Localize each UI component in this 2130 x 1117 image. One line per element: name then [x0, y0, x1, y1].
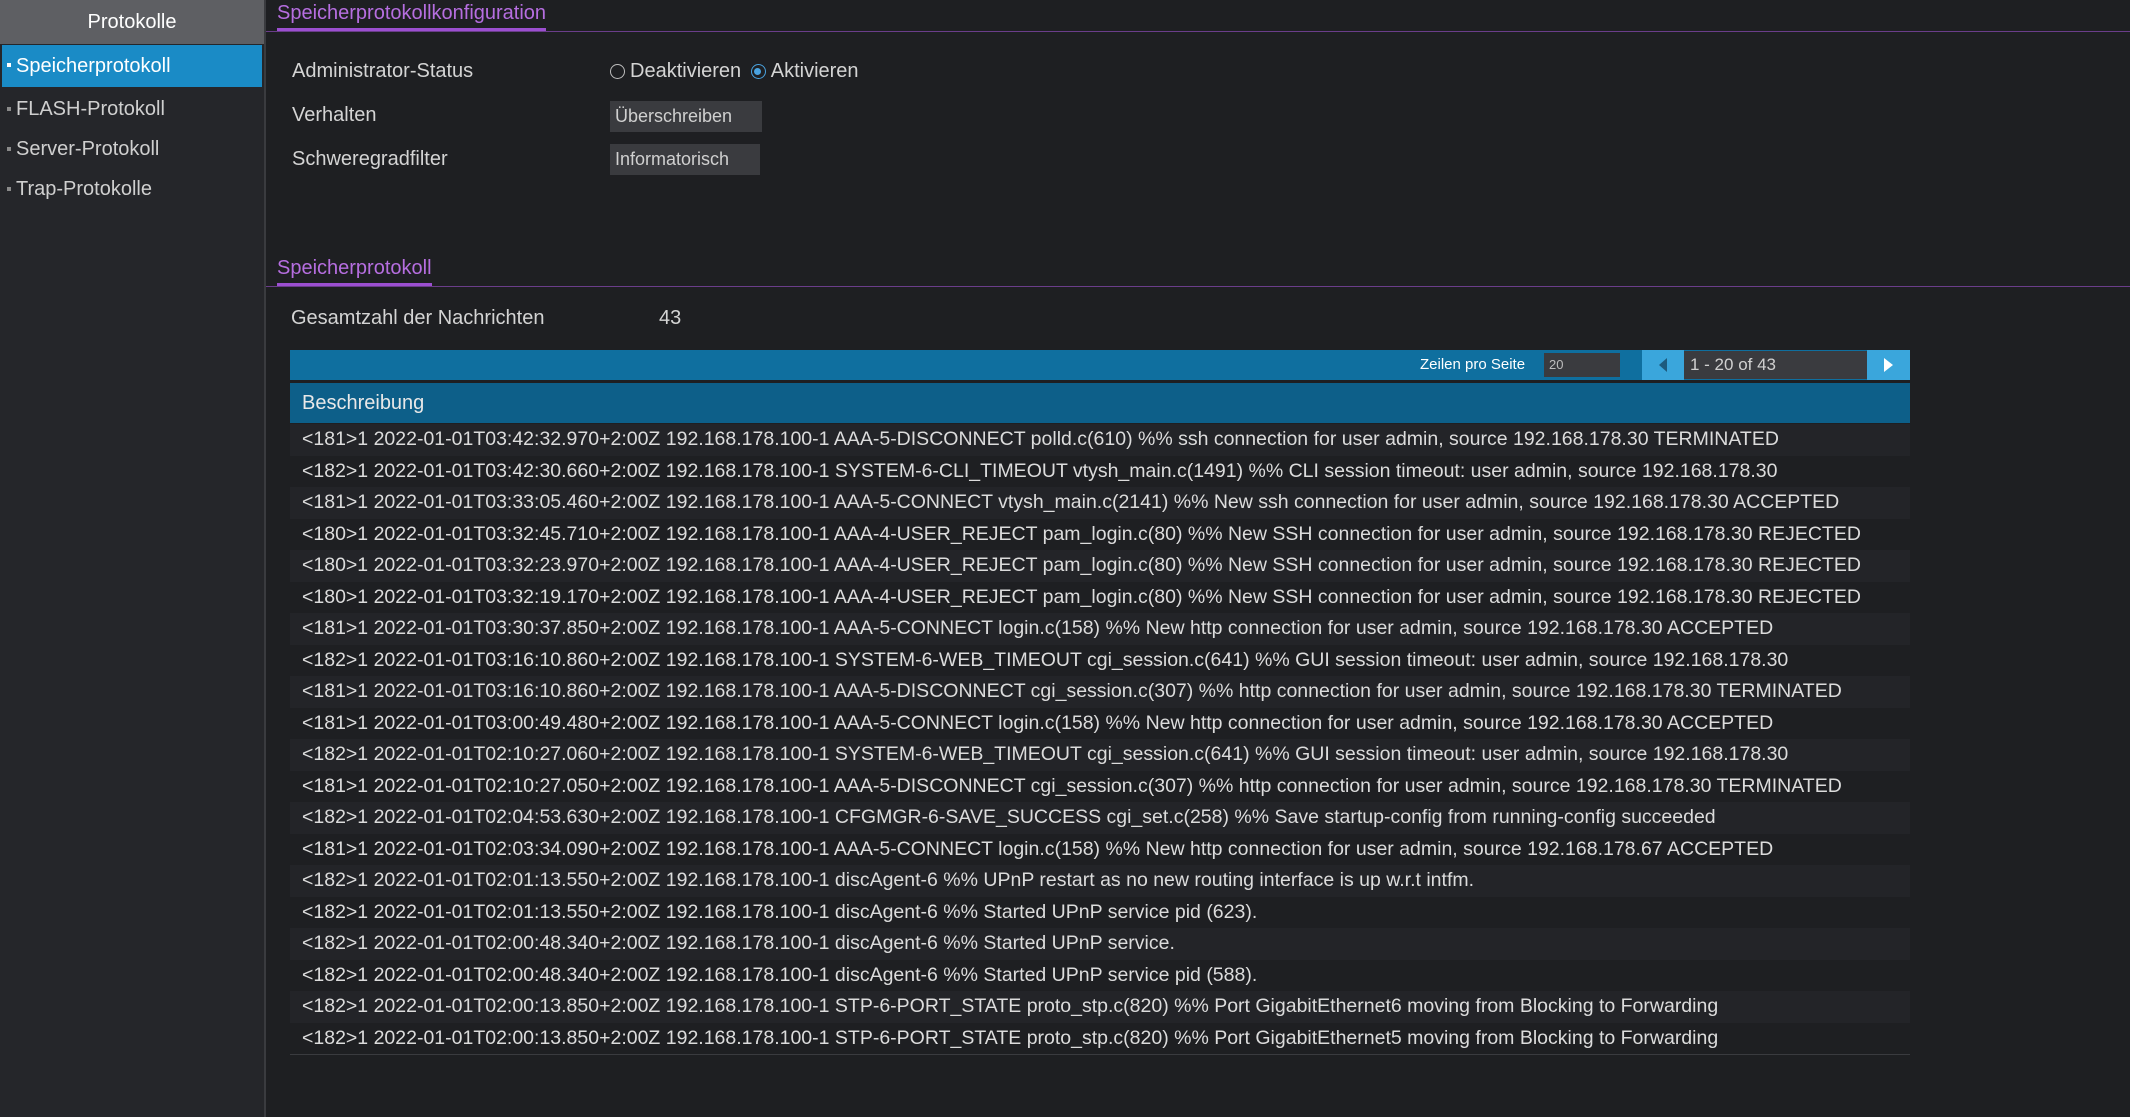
sidebar-item-server-protokoll[interactable]: Server-Protokoll [2, 129, 262, 169]
table-row: <181>1 2022-01-01T03:30:37.850+2:00Z 192… [290, 613, 1910, 645]
pager-prev-icon[interactable] [1642, 350, 1684, 380]
table-row: <182>1 2022-01-01T02:01:13.550+2:00Z 192… [290, 865, 1910, 897]
main-content: Speicherprotokollkonfiguration Administr… [266, 0, 2130, 1117]
total-messages-value: 43 [659, 307, 682, 329]
table-row: <182>1 2022-01-01T02:00:48.340+2:00Z 192… [290, 959, 1910, 991]
table-row: <181>1 2022-01-01T02:03:34.090+2:00Z 192… [290, 833, 1910, 865]
table-row: <182>1 2022-01-01T02:10:27.060+2:00Z 192… [290, 739, 1910, 771]
behavior-label: Verhalten [292, 104, 377, 126]
severity-control: Informatorisch [610, 144, 760, 175]
rows-per-page-input[interactable]: 20 [1544, 353, 1620, 377]
app-root: Protokolle Speicherprotokoll FLASH-Proto… [0, 0, 2130, 1117]
table-row: <182>1 2022-01-01T03:42:30.660+2:00Z 192… [290, 455, 1910, 487]
radio-deactivate[interactable] [610, 64, 625, 79]
log-section-header: Speicherprotokoll [266, 257, 2130, 287]
radio-activate-label[interactable]: Aktivieren [771, 60, 859, 82]
sidebar-item-label: Trap-Protokolle [16, 178, 152, 200]
table-row: <182>1 2022-01-01T02:01:13.550+2:00Z 192… [290, 896, 1910, 928]
bullet-icon [7, 187, 11, 191]
table-column-header[interactable]: Beschreibung [290, 383, 1910, 423]
sidebar-item-flash-protokoll[interactable]: FLASH-Protokoll [2, 89, 262, 129]
sidebar-item-label: Server-Protokoll [16, 138, 160, 160]
log-section-title: Speicherprotokoll [277, 257, 432, 286]
table-row: <182>1 2022-01-01T03:16:10.860+2:00Z 192… [290, 644, 1910, 676]
radio-deactivate-label[interactable]: Deaktivieren [630, 60, 741, 82]
severity-label: Schweregradfilter [292, 148, 448, 170]
admin-status-control: Deaktivieren Aktivieren [610, 60, 863, 83]
sidebar-item-label: Speicherprotokoll [16, 55, 171, 77]
table-row: <182>1 2022-01-01T02:04:53.630+2:00Z 192… [290, 802, 1910, 834]
table-row: <181>1 2022-01-01T03:42:32.970+2:00Z 192… [290, 424, 1910, 456]
admin-status-label: Administrator-Status [292, 60, 474, 82]
log-table-body: <181>1 2022-01-01T03:42:32.970+2:00Z 192… [290, 424, 1910, 1055]
table-row: <180>1 2022-01-01T03:32:23.970+2:00Z 192… [290, 550, 1910, 582]
bullet-icon [7, 107, 11, 111]
total-messages-label: Gesamtzahl der Nachrichten [291, 307, 545, 329]
behavior-select[interactable]: Überschreiben [610, 101, 762, 132]
sidebar-item-speicherprotokoll[interactable]: Speicherprotokoll [2, 45, 262, 87]
table-row: <180>1 2022-01-01T03:32:19.170+2:00Z 192… [290, 581, 1910, 613]
table-row: <181>1 2022-01-01T03:00:49.480+2:00Z 192… [290, 707, 1910, 739]
sidebar-item-label: FLASH-Protokoll [16, 98, 165, 120]
severity-select[interactable]: Informatorisch [610, 144, 760, 175]
config-section-header: Speicherprotokollkonfiguration [266, 2, 2130, 32]
sidebar: Protokolle Speicherprotokoll FLASH-Proto… [0, 0, 266, 1117]
table-toolbar: Zeilen pro Seite 20 1 - 20 of 43 [290, 350, 1910, 380]
pager-next-icon[interactable] [1867, 350, 1910, 380]
severity-row: Schweregradfilter [292, 148, 448, 171]
sidebar-header: Protokolle [0, 0, 264, 44]
config-section-title: Speicherprotokollkonfiguration [277, 2, 547, 31]
bullet-icon [7, 147, 11, 151]
admin-status-row: Administrator-Status [292, 60, 473, 83]
bullet-icon [7, 63, 11, 67]
table-row: <181>1 2022-01-01T02:10:27.050+2:00Z 192… [290, 770, 1910, 802]
sidebar-item-trap-protokolle[interactable]: Trap-Protokolle [2, 169, 262, 209]
table-row: <180>1 2022-01-01T03:32:45.710+2:00Z 192… [290, 518, 1910, 550]
table-row: <181>1 2022-01-01T03:16:10.860+2:00Z 192… [290, 676, 1910, 708]
table-row: <182>1 2022-01-01T02:00:13.850+2:00Z 192… [290, 991, 1910, 1023]
pager-range: 1 - 20 of 43 [1684, 351, 1867, 379]
radio-activate[interactable] [750, 64, 766, 79]
table-row: <181>1 2022-01-01T03:33:05.460+2:00Z 192… [290, 487, 1910, 519]
table-row: <182>1 2022-01-01T02:00:13.850+2:00Z 192… [290, 1022, 1910, 1054]
table-row: <182>1 2022-01-01T02:00:48.340+2:00Z 192… [290, 928, 1910, 960]
behavior-control: Überschreiben [610, 101, 762, 132]
rows-per-page-label: Zeilen pro Seite [1420, 356, 1526, 373]
behavior-row: Verhalten [292, 104, 377, 127]
